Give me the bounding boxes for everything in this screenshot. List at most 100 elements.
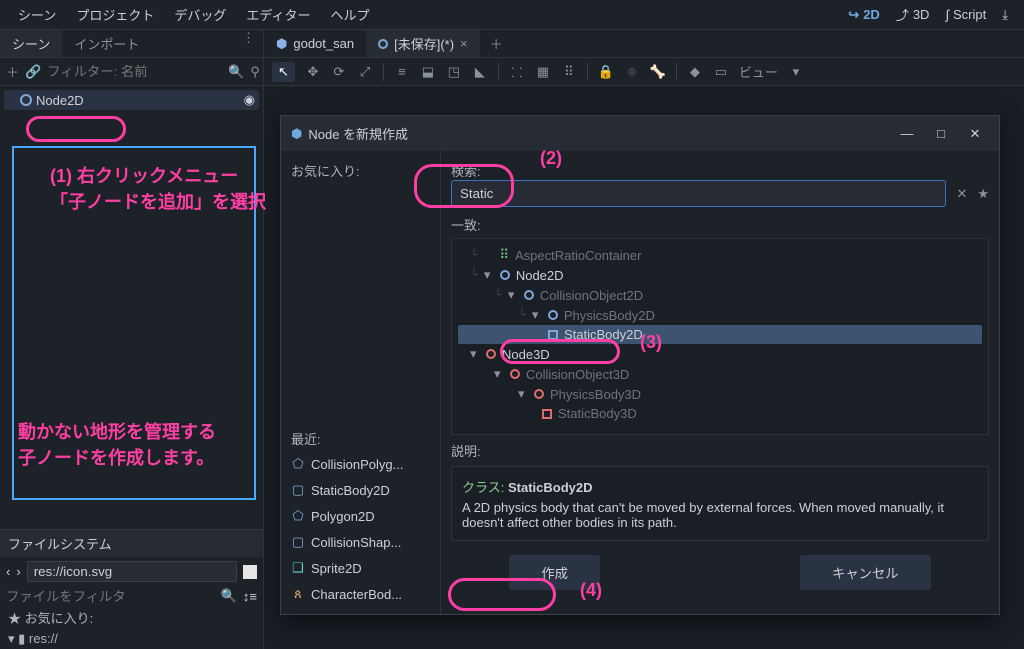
snap-tool[interactable]: ⬓ (420, 64, 436, 80)
fs-fwd-icon[interactable]: › (16, 564, 20, 579)
search-input[interactable] (451, 180, 946, 207)
dialog-body: お気に入り: 最近: ⬠CollisionPolyg... ▢StaticBod… (281, 151, 999, 614)
workspace-2d[interactable]: ↪2D (840, 7, 888, 23)
tree-row[interactable]: └▾ Node2D (458, 265, 982, 285)
tab-unsaved[interactable]: [未保存](*) × (366, 30, 480, 57)
download-icon[interactable]: ⤓ (994, 7, 1016, 23)
minimize-icon[interactable]: — (893, 126, 921, 141)
tree-row[interactable]: ▾ Node3D (458, 344, 982, 364)
recent-label: 最近: (291, 429, 430, 448)
workspace-3d[interactable]: ⤴3D (888, 5, 938, 24)
tab-import[interactable]: インポート (62, 30, 151, 57)
tree-row[interactable]: ▾ PhysicsBody3D (458, 384, 982, 404)
link-icon[interactable]: 🔗 (25, 64, 41, 80)
clear-search-icon[interactable]: ✕ (952, 186, 971, 202)
add-tab-icon[interactable]: ＋ (480, 34, 513, 53)
fs-res-label: res:// (29, 631, 58, 646)
node2d-icon (378, 39, 388, 49)
scene-toolbar: ＋ 🔗 🔍 ⚲ ⋮ (0, 58, 263, 86)
misc-icon[interactable]: ◆ (687, 64, 703, 80)
grid-snap-icon[interactable]: ⸬ (509, 63, 525, 81)
search-label: 検索: (451, 161, 989, 180)
scene-dock-tabs: シーン インポート ⋮ (0, 30, 263, 58)
dialog-sidebar: お気に入り: 最近: ⬠CollisionPolyg... ▢StaticBod… (281, 151, 441, 614)
create-node-dialog: ⬢ Node を新規作成 — □ ✕ お気に入り: 最近: ⬠Collision… (280, 115, 1000, 615)
fs-fav-label: お気に入り: (25, 611, 94, 626)
add-node-icon[interactable]: ＋ (6, 62, 19, 81)
ruler-tool[interactable]: ◳ (446, 64, 462, 80)
recent-item[interactable]: ▢CollisionShap... (291, 532, 430, 552)
menu-debug[interactable]: デバッグ (164, 5, 236, 24)
scale-tool[interactable]: ⤢ (357, 64, 373, 80)
scene-tree: Node2D ◉ (0, 86, 263, 114)
menu-editor[interactable]: エディター (236, 5, 320, 24)
fs-path-input[interactable] (27, 561, 237, 582)
tree-row[interactable]: └ ⠿ AspectRatioContainer (458, 245, 982, 265)
dialog-buttons: 作成 キャンセル (451, 541, 989, 604)
node2d-icon (20, 94, 32, 106)
search-icon: 🔍 (228, 64, 244, 80)
workspace-script[interactable]: ∫Script (937, 7, 994, 22)
move-tool[interactable]: ✥ (305, 64, 321, 80)
node-root-row[interactable]: Node2D ◉ (4, 90, 259, 110)
rotate-tool[interactable]: ⟳ (331, 64, 347, 80)
main-menubar: シーン プロジェクト デバッグ エディター ヘルプ ↪2D ⤴3D ∫Scrip… (0, 0, 1024, 30)
favorites-label: お気に入り: (291, 161, 430, 180)
fs-res-root[interactable]: ▾ ▮ res:// (0, 629, 263, 649)
recent-item[interactable]: ⬠Polygon2D (291, 506, 430, 526)
tree-row-staticbody2d[interactable]: StaticBody2D (458, 325, 982, 344)
fs-thumb (243, 565, 257, 579)
grid-icon[interactable]: ▦ (535, 64, 551, 80)
recent-item[interactable]: ⬠CollisionPolyg... (291, 454, 430, 474)
tree-row[interactable]: ▾ CollisionObject3D (458, 364, 982, 384)
list-tool[interactable]: ≡ (394, 64, 410, 79)
tree-row[interactable]: └▾ PhysicsBody2D (458, 305, 982, 325)
menu-help[interactable]: ヘルプ (320, 5, 379, 24)
recent-item[interactable]: ▢StaticBody2D (291, 480, 430, 500)
close-icon[interactable]: ✕ (961, 126, 989, 142)
fs-back-icon[interactable]: ‹ (6, 564, 10, 579)
class-name: StaticBody2D (508, 480, 593, 495)
bone-icon[interactable]: 🦴 (650, 64, 666, 80)
create-button[interactable]: 作成 (509, 555, 600, 590)
dock-options-icon[interactable]: ⋮ (234, 30, 263, 57)
recent-item[interactable]: ❑Sprite2D (291, 558, 430, 578)
tab-godot-san[interactable]: ⬢ godot_san (264, 32, 366, 56)
search-icon: 🔍 (221, 588, 237, 604)
group-icon[interactable]: ⌾ (624, 64, 640, 80)
dialog-titlebar[interactable]: ⬢ Node を新規作成 — □ ✕ (281, 116, 999, 151)
menu-project[interactable]: プロジェクト (66, 5, 164, 24)
fs-favorites[interactable]: ★ お気に入り: (0, 606, 263, 629)
grid-opts-icon[interactable]: ⠿ (561, 64, 577, 80)
fs-filter-input[interactable] (6, 589, 215, 604)
visibility-icon[interactable]: ◉ (244, 92, 255, 108)
wildcard-icon[interactable]: ⚲ (250, 64, 260, 80)
class-desc: A 2D physics body that can't be moved by… (462, 500, 978, 530)
dialog-main: 検索: ✕ ★ 一致: └ ⠿ AspectRatioContainer └▾ … (441, 151, 999, 614)
tab-scene[interactable]: シーン (0, 30, 62, 57)
sort-icon[interactable]: ↕≡ (243, 589, 257, 604)
class-prefix: クラス: (462, 480, 508, 495)
scene-filter-input[interactable] (47, 64, 224, 79)
dialog-title: Node を新規作成 (308, 124, 887, 143)
menu-scene[interactable]: シーン (8, 5, 66, 24)
select-tool[interactable]: ↖ (272, 62, 295, 82)
filesystem-header[interactable]: ファイルシステム (0, 529, 263, 557)
match-label: 一致: (451, 215, 989, 234)
godot-icon: ⬢ (291, 126, 302, 142)
pan-tool[interactable]: ◣ (472, 64, 488, 80)
maximize-icon[interactable]: □ (927, 126, 955, 141)
close-tab-icon[interactable]: × (460, 36, 468, 51)
node-root-label: Node2D (36, 93, 84, 108)
recent-item[interactable]: ጰCharacterBod... (291, 584, 430, 604)
cancel-button[interactable]: キャンセル (800, 555, 931, 590)
view-menu[interactable]: ビュー (739, 62, 778, 81)
scene-tabs-bar: ⬢ godot_san [未保存](*) × ＋ (264, 30, 1024, 58)
misc2-icon[interactable]: ▭ (713, 64, 729, 80)
viewport-toolbar: ↖ ✥ ⟳ ⤢ ≡ ⬓ ◳ ◣ ⸬ ▦ ⠿ 🔒 ⌾ 🦴 ◆ ▭ ビュー ▾ (264, 58, 1024, 86)
lock-icon[interactable]: 🔒 (598, 64, 614, 80)
favorite-star-icon[interactable]: ★ (977, 186, 989, 202)
tree-row[interactable]: └▾ CollisionObject2D (458, 285, 982, 305)
tree-row[interactable]: StaticBody3D (458, 404, 982, 423)
match-tree[interactable]: └ ⠿ AspectRatioContainer └▾ Node2D └▾ Co… (451, 238, 989, 435)
